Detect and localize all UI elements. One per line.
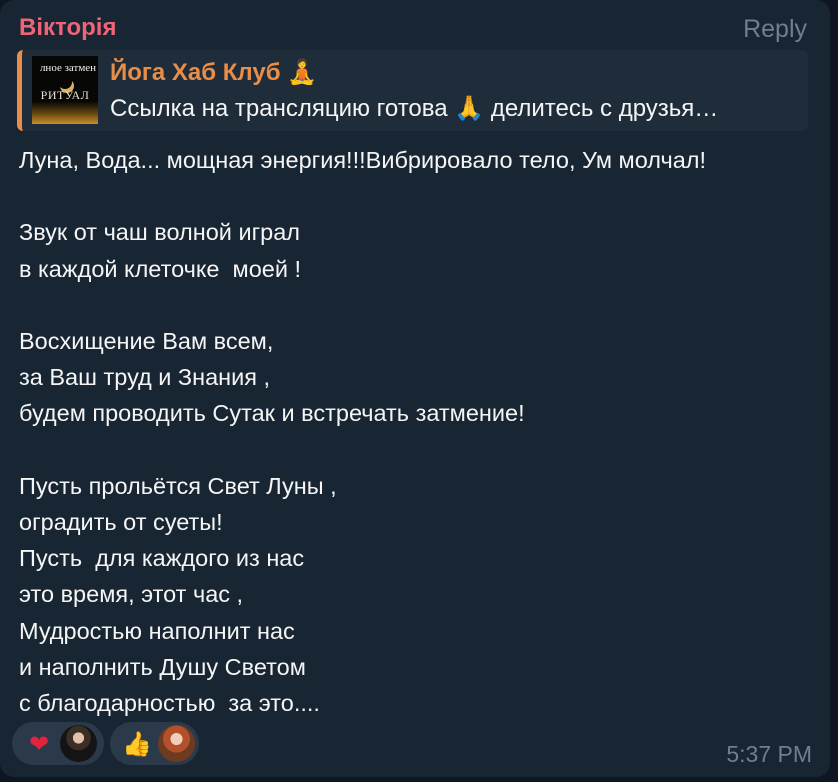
- quote-preview-text: Ссылка на трансляцию готова 🙏 делитесь с…: [110, 94, 800, 123]
- folded-hands-icon: 🙏: [454, 94, 485, 122]
- sender-name[interactable]: Вікторія: [19, 14, 116, 42]
- thumbnail-caption-top: лное затмен: [39, 62, 97, 74]
- thumbs-up-icon: 👍: [122, 730, 152, 758]
- lotus-position-icon: 🧘: [287, 58, 318, 86]
- thumbnail-glow: [32, 102, 98, 124]
- message-timestamp: 5:37 PM: [726, 741, 812, 767]
- message-bubble: Вікторія Reply лное затмен РИТУАЛ Йога Х…: [0, 0, 830, 777]
- quote-thumbnail: лное затмен РИТУАЛ: [32, 56, 98, 124]
- quote-preview-part-1: Ссылка на трансляцию готова: [110, 95, 455, 122]
- quote-channel-title: Йога Хаб Клуб 🧘: [110, 58, 317, 87]
- quote-preview-part-2: делитесь с друзья…: [484, 95, 719, 122]
- quote-channel-name: Йога Хаб Клуб: [110, 59, 281, 86]
- reaction-heart[interactable]: ❤: [12, 722, 104, 765]
- message-text: Луна, Вода... мощная энергия!!!Вибрирова…: [19, 147, 707, 717]
- reactor-avatar: [158, 725, 195, 762]
- heart-icon: ❤: [28, 730, 50, 758]
- moon-icon: [58, 75, 72, 89]
- reactor-avatar: [60, 725, 97, 762]
- thumbnail-caption-bottom: РИТУАЛ: [40, 88, 90, 102]
- reaction-thumbs-up[interactable]: 👍: [110, 722, 199, 765]
- reply-button[interactable]: Reply: [743, 15, 807, 44]
- quoted-message[interactable]: лное затмен РИТУАЛ Йога Хаб Клуб 🧘 Ссылк…: [17, 50, 808, 131]
